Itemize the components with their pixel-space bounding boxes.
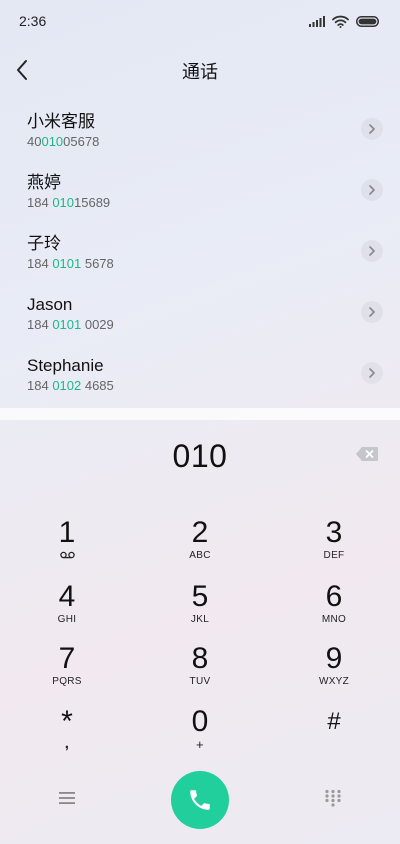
contact-detail-button[interactable] — [361, 118, 383, 140]
key-letters: WXYZ — [318, 676, 350, 687]
key-4[interactable]: 4 GHI — [22, 580, 112, 638]
header: 通话 — [0, 48, 400, 94]
page-title: 通话 — [182, 62, 218, 82]
key-digit: 1 — [58, 516, 76, 549]
contact-name: 小米客服 — [27, 111, 95, 131]
contact-number: 184 01015689 — [27, 194, 111, 210]
contact-detail-button[interactable] — [361, 179, 383, 201]
dialpad-icon — [325, 789, 341, 807]
key-letters: GHI — [57, 614, 77, 625]
key-letters: JKL — [190, 614, 210, 625]
number-match: 010 — [52, 194, 75, 210]
menu-icon — [59, 792, 75, 804]
wifi-icon — [332, 15, 349, 28]
call-button[interactable] — [171, 771, 229, 829]
chevron-right-icon — [369, 124, 375, 134]
number-match: 0101 — [52, 255, 82, 271]
contact-name: Jason — [27, 294, 73, 314]
key-1[interactable]: 1 — [22, 516, 112, 574]
chevron-right-icon — [369, 307, 375, 317]
delete-button[interactable] — [355, 446, 379, 462]
contact-number: 4001005678 — [27, 133, 100, 149]
contact-detail-button[interactable] — [361, 240, 383, 262]
menu-button[interactable] — [58, 790, 76, 806]
contact-row[interactable]: Jason 184 0101 0029 — [0, 283, 400, 344]
key-letters: , — [64, 735, 70, 752]
key-digit: * — [61, 705, 73, 738]
key-3[interactable]: 3 DEF — [289, 516, 379, 574]
backspace-icon — [356, 447, 378, 461]
key-digit: 3 — [325, 516, 343, 549]
key-digit: 8 — [191, 642, 209, 675]
contact-name: 燕婷 — [27, 172, 61, 192]
dialed-number-display: 010 — [172, 437, 228, 474]
number-match: 0102 — [52, 377, 82, 393]
contact-row[interactable]: 子玲 184 0101 5678 — [0, 222, 400, 283]
key-6[interactable]: 6 MNO — [289, 580, 379, 638]
chevron-right-icon — [369, 368, 375, 378]
signal-icon — [309, 15, 325, 27]
number-match: 010 — [41, 133, 64, 149]
section-divider — [0, 408, 400, 420]
key-digit: 6 — [325, 580, 343, 613]
key-2[interactable]: 2 ABC — [155, 516, 245, 574]
key-digit: 0 — [191, 705, 209, 738]
contact-name: 子玲 — [27, 233, 61, 253]
voicemail-icon — [59, 551, 75, 559]
contact-number: 184 0101 0029 — [27, 316, 114, 332]
battery-icon — [356, 15, 379, 27]
dialpad-toggle-button[interactable] — [324, 789, 342, 807]
key-7[interactable]: 7 PQRS — [22, 642, 112, 700]
key-digit: 7 — [58, 642, 76, 675]
key-digit: 9 — [325, 642, 343, 675]
chevron-right-icon — [369, 185, 375, 195]
contact-row[interactable]: Stephanie 184 0102 4685 — [0, 344, 400, 405]
key-letters: MNO — [321, 614, 347, 625]
phone-icon — [190, 790, 210, 810]
back-arrow-icon — [17, 60, 27, 80]
contact-row[interactable]: 小米客服 4001005678 — [0, 100, 400, 161]
bottom-action-bar — [0, 770, 400, 830]
key-digit: 2 — [191, 516, 209, 549]
status-icons — [309, 15, 380, 28]
key-letters: TUV — [189, 676, 211, 687]
status-bar: 2:36 — [0, 0, 400, 42]
key-letters: ABC — [189, 550, 211, 561]
key-letters: PQRS — [52, 676, 82, 687]
key-digit: 4 — [58, 580, 76, 613]
key-digit: 5 — [191, 580, 209, 613]
contact-number: 184 0101 5678 — [27, 255, 114, 271]
contact-detail-button[interactable] — [361, 362, 383, 384]
key-8[interactable]: 8 TUV — [155, 642, 245, 700]
key-letters: + — [196, 737, 204, 752]
key-letters: DEF — [323, 550, 345, 561]
key-9[interactable]: 9 WXYZ — [289, 642, 379, 700]
contact-detail-button[interactable] — [361, 301, 383, 323]
status-time: 2:36 — [19, 13, 47, 29]
contact-number: 184 0102 4685 — [27, 377, 114, 393]
contact-suggestion-list: 小米客服 4001005678 燕婷 184 01015689 子玲 184 0… — [0, 100, 400, 405]
key-digit: # — [327, 708, 341, 735]
key-5[interactable]: 5 JKL — [155, 580, 245, 638]
number-match: 0101 — [52, 316, 82, 332]
key-star[interactable]: * , — [22, 705, 112, 763]
back-button[interactable] — [12, 57, 36, 83]
key-hash[interactable]: # — [289, 705, 379, 763]
key-0[interactable]: 0 + — [155, 705, 245, 763]
contact-name: Stephanie — [27, 355, 104, 375]
contact-row[interactable]: 燕婷 184 01015689 — [0, 161, 400, 222]
chevron-right-icon — [369, 246, 375, 256]
